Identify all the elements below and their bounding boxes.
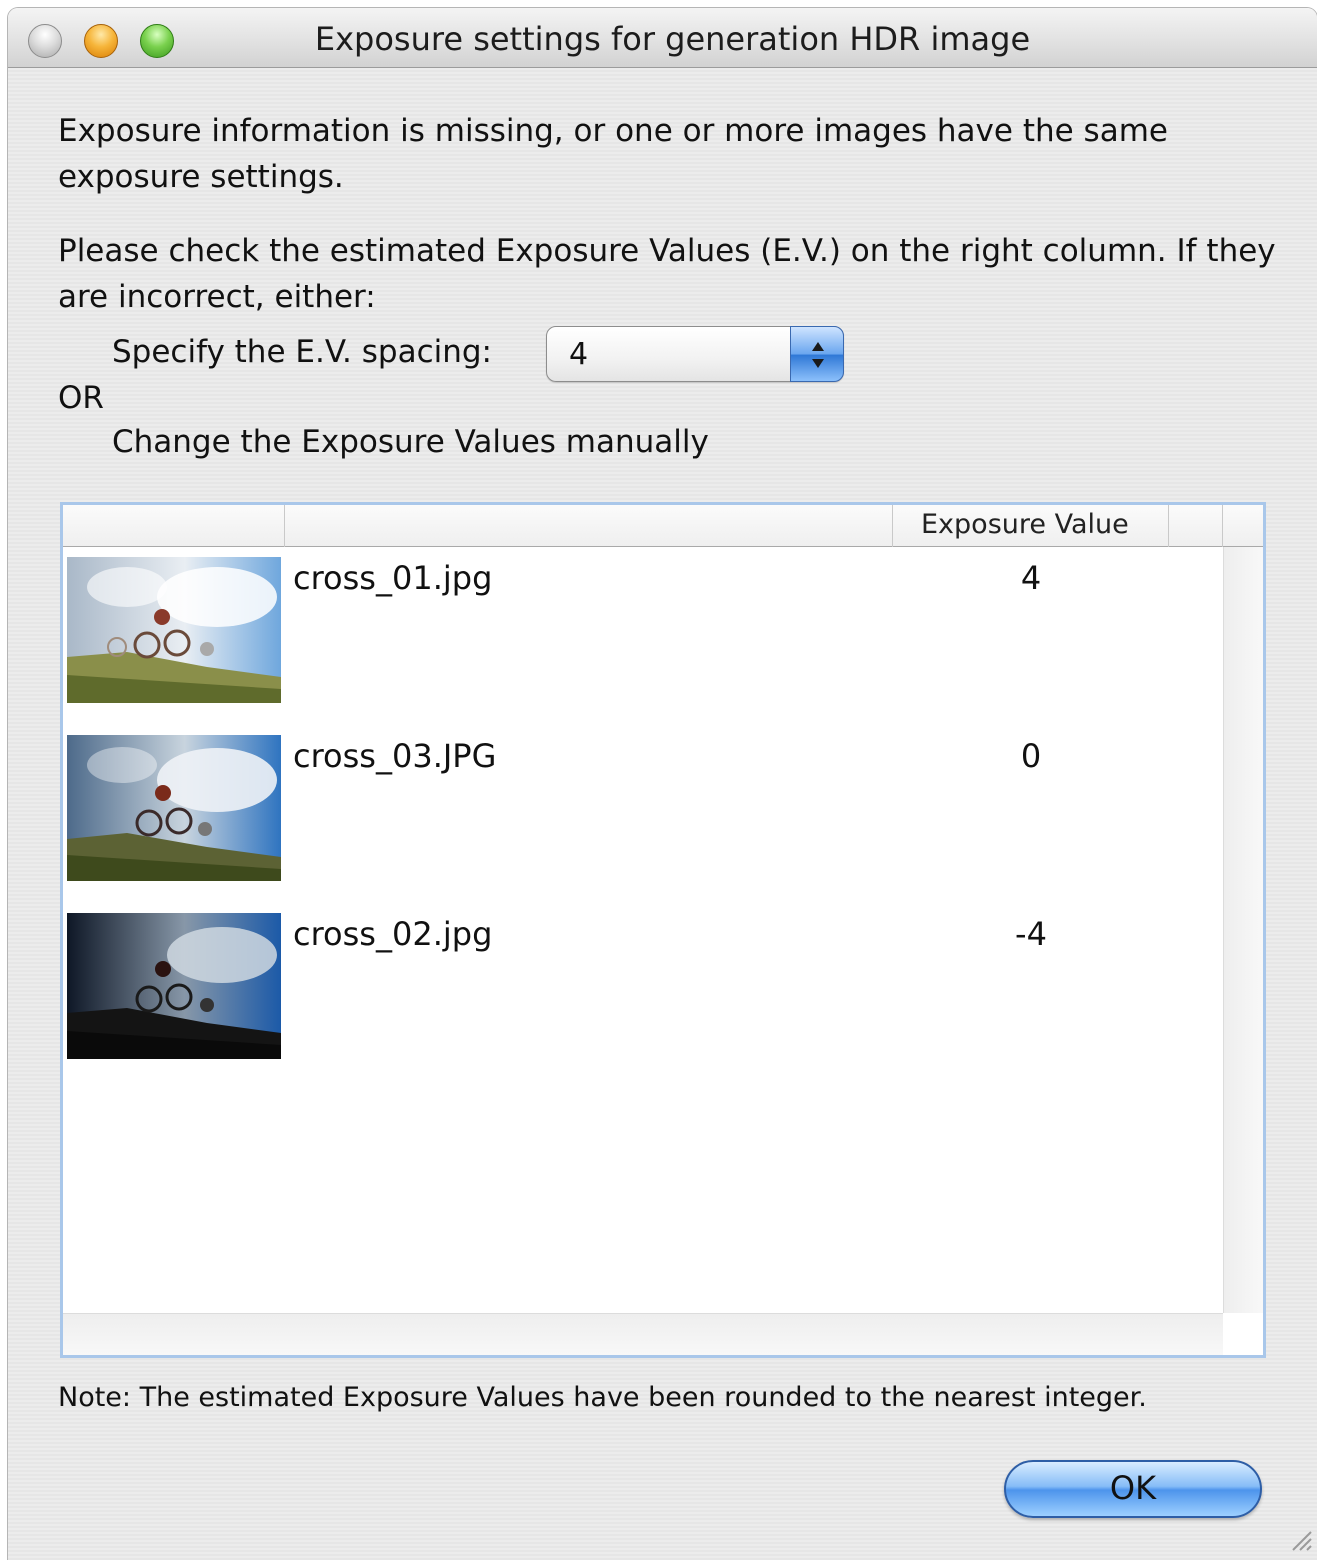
up-down-arrows-icon[interactable] xyxy=(790,326,844,382)
filename-cell: cross_03.JPG xyxy=(293,737,497,775)
horizontal-scrollbar[interactable] xyxy=(63,1313,1223,1355)
window-title: Exposure settings for generation HDR ima… xyxy=(314,20,1031,58)
ev-spacing-value: 4 xyxy=(569,337,589,372)
header-exposure-value[interactable]: Exposure Value xyxy=(893,505,1169,547)
resize-grip-icon[interactable] xyxy=(1287,1526,1313,1556)
exposure-value-cell[interactable]: -4 xyxy=(893,915,1169,953)
table-row[interactable]: cross_02.jpg -4 xyxy=(63,909,1221,1087)
ok-button[interactable]: OK xyxy=(1004,1460,1262,1518)
filename-cell: cross_01.jpg xyxy=(293,559,493,597)
filename-cell: cross_02.jpg xyxy=(293,915,493,953)
ev-spacing-select[interactable]: 4 xyxy=(546,326,844,382)
exposure-table: Exposure Value cross_01.jpg 4 cross_03.J… xyxy=(60,502,1266,1358)
intro-check-text: Please check the estimated Exposure Valu… xyxy=(58,233,1276,315)
exposure-value-cell[interactable]: 0 xyxy=(893,737,1169,775)
table-row[interactable]: cross_03.JPG 0 xyxy=(63,731,1221,909)
header-spacer xyxy=(1169,505,1223,547)
intro-missing-text: Exposure information is missing, or one … xyxy=(58,113,1168,195)
table-header: Exposure Value xyxy=(63,505,1263,547)
image-thumbnail xyxy=(67,557,281,703)
table-row[interactable]: cross_01.jpg 4 xyxy=(63,553,1221,731)
manual-change-label: Change the Exposure Values manually xyxy=(112,424,709,460)
ev-spacing-label: Specify the E.V. spacing: xyxy=(112,334,492,370)
image-thumbnail xyxy=(67,735,281,881)
header-filename[interactable] xyxy=(285,505,893,547)
image-thumbnail xyxy=(67,913,281,1059)
rounding-note: Note: The estimated Exposure Values have… xyxy=(58,1382,1147,1413)
title-bar: Exposure settings for generation HDR ima… xyxy=(8,8,1317,68)
header-thumbnail[interactable] xyxy=(63,505,285,547)
vertical-scrollbar[interactable] xyxy=(1223,547,1263,1313)
dialog-window: Exposure settings for generation HDR ima… xyxy=(8,8,1317,1560)
exposure-value-cell[interactable]: 4 xyxy=(893,559,1169,597)
or-label: OR xyxy=(58,380,104,416)
